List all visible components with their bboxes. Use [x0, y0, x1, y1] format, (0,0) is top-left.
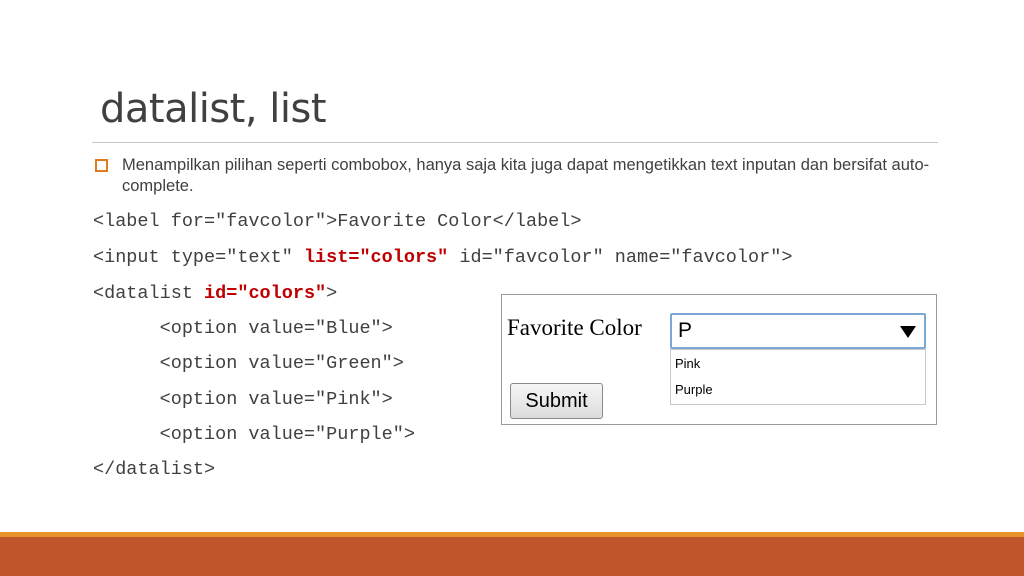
slide-title: datalist, list [100, 86, 327, 132]
footer-band [0, 537, 1024, 576]
demo-submit-button[interactable]: Submit [510, 383, 603, 419]
code-list-attr: list="colors" [303, 247, 449, 268]
code-line-option-green: <option value="Green"> [93, 353, 404, 374]
demo-input-value: P [678, 319, 693, 342]
demo-datalist-dropdown: Pink Purple [670, 349, 926, 405]
checkbox-bullet-icon [95, 159, 108, 172]
title-divider [92, 142, 938, 143]
demo-screenshot: Favorite Color P Pink Purple Submit [501, 294, 937, 425]
code-datalist-start: <datalist [93, 283, 205, 304]
code-datalist-end: > [326, 283, 338, 304]
demo-option-pink[interactable]: Pink [675, 356, 700, 371]
demo-favcolor-input[interactable]: P [670, 313, 926, 349]
code-line-datalist-close: </datalist> [93, 459, 216, 480]
demo-favorite-color-label: Favorite Color [507, 315, 642, 340]
code-line-label: <label for="favcolor">Favorite Color</la… [93, 211, 582, 232]
code-id-attr: id="colors" [204, 283, 327, 304]
code-line-input: <input type="text" list="colors" id="fav… [93, 247, 792, 269]
dropdown-arrow-icon[interactable] [900, 326, 916, 338]
code-line-option-pink: <option value="Pink"> [93, 389, 393, 410]
code-line-option-blue: <option value="Blue"> [93, 318, 393, 339]
code-input-start: <input type="text" [93, 247, 304, 268]
bullet-text: Menampilkan pilihan seperti combobox, ha… [122, 156, 930, 195]
code-line-datalist-open: <datalist id="colors"> [93, 283, 337, 305]
code-line-option-purple: <option value="Purple"> [93, 424, 415, 445]
demo-option-purple[interactable]: Purple [675, 382, 713, 397]
code-input-end: id="favcolor" name="favcolor"> [448, 247, 793, 268]
